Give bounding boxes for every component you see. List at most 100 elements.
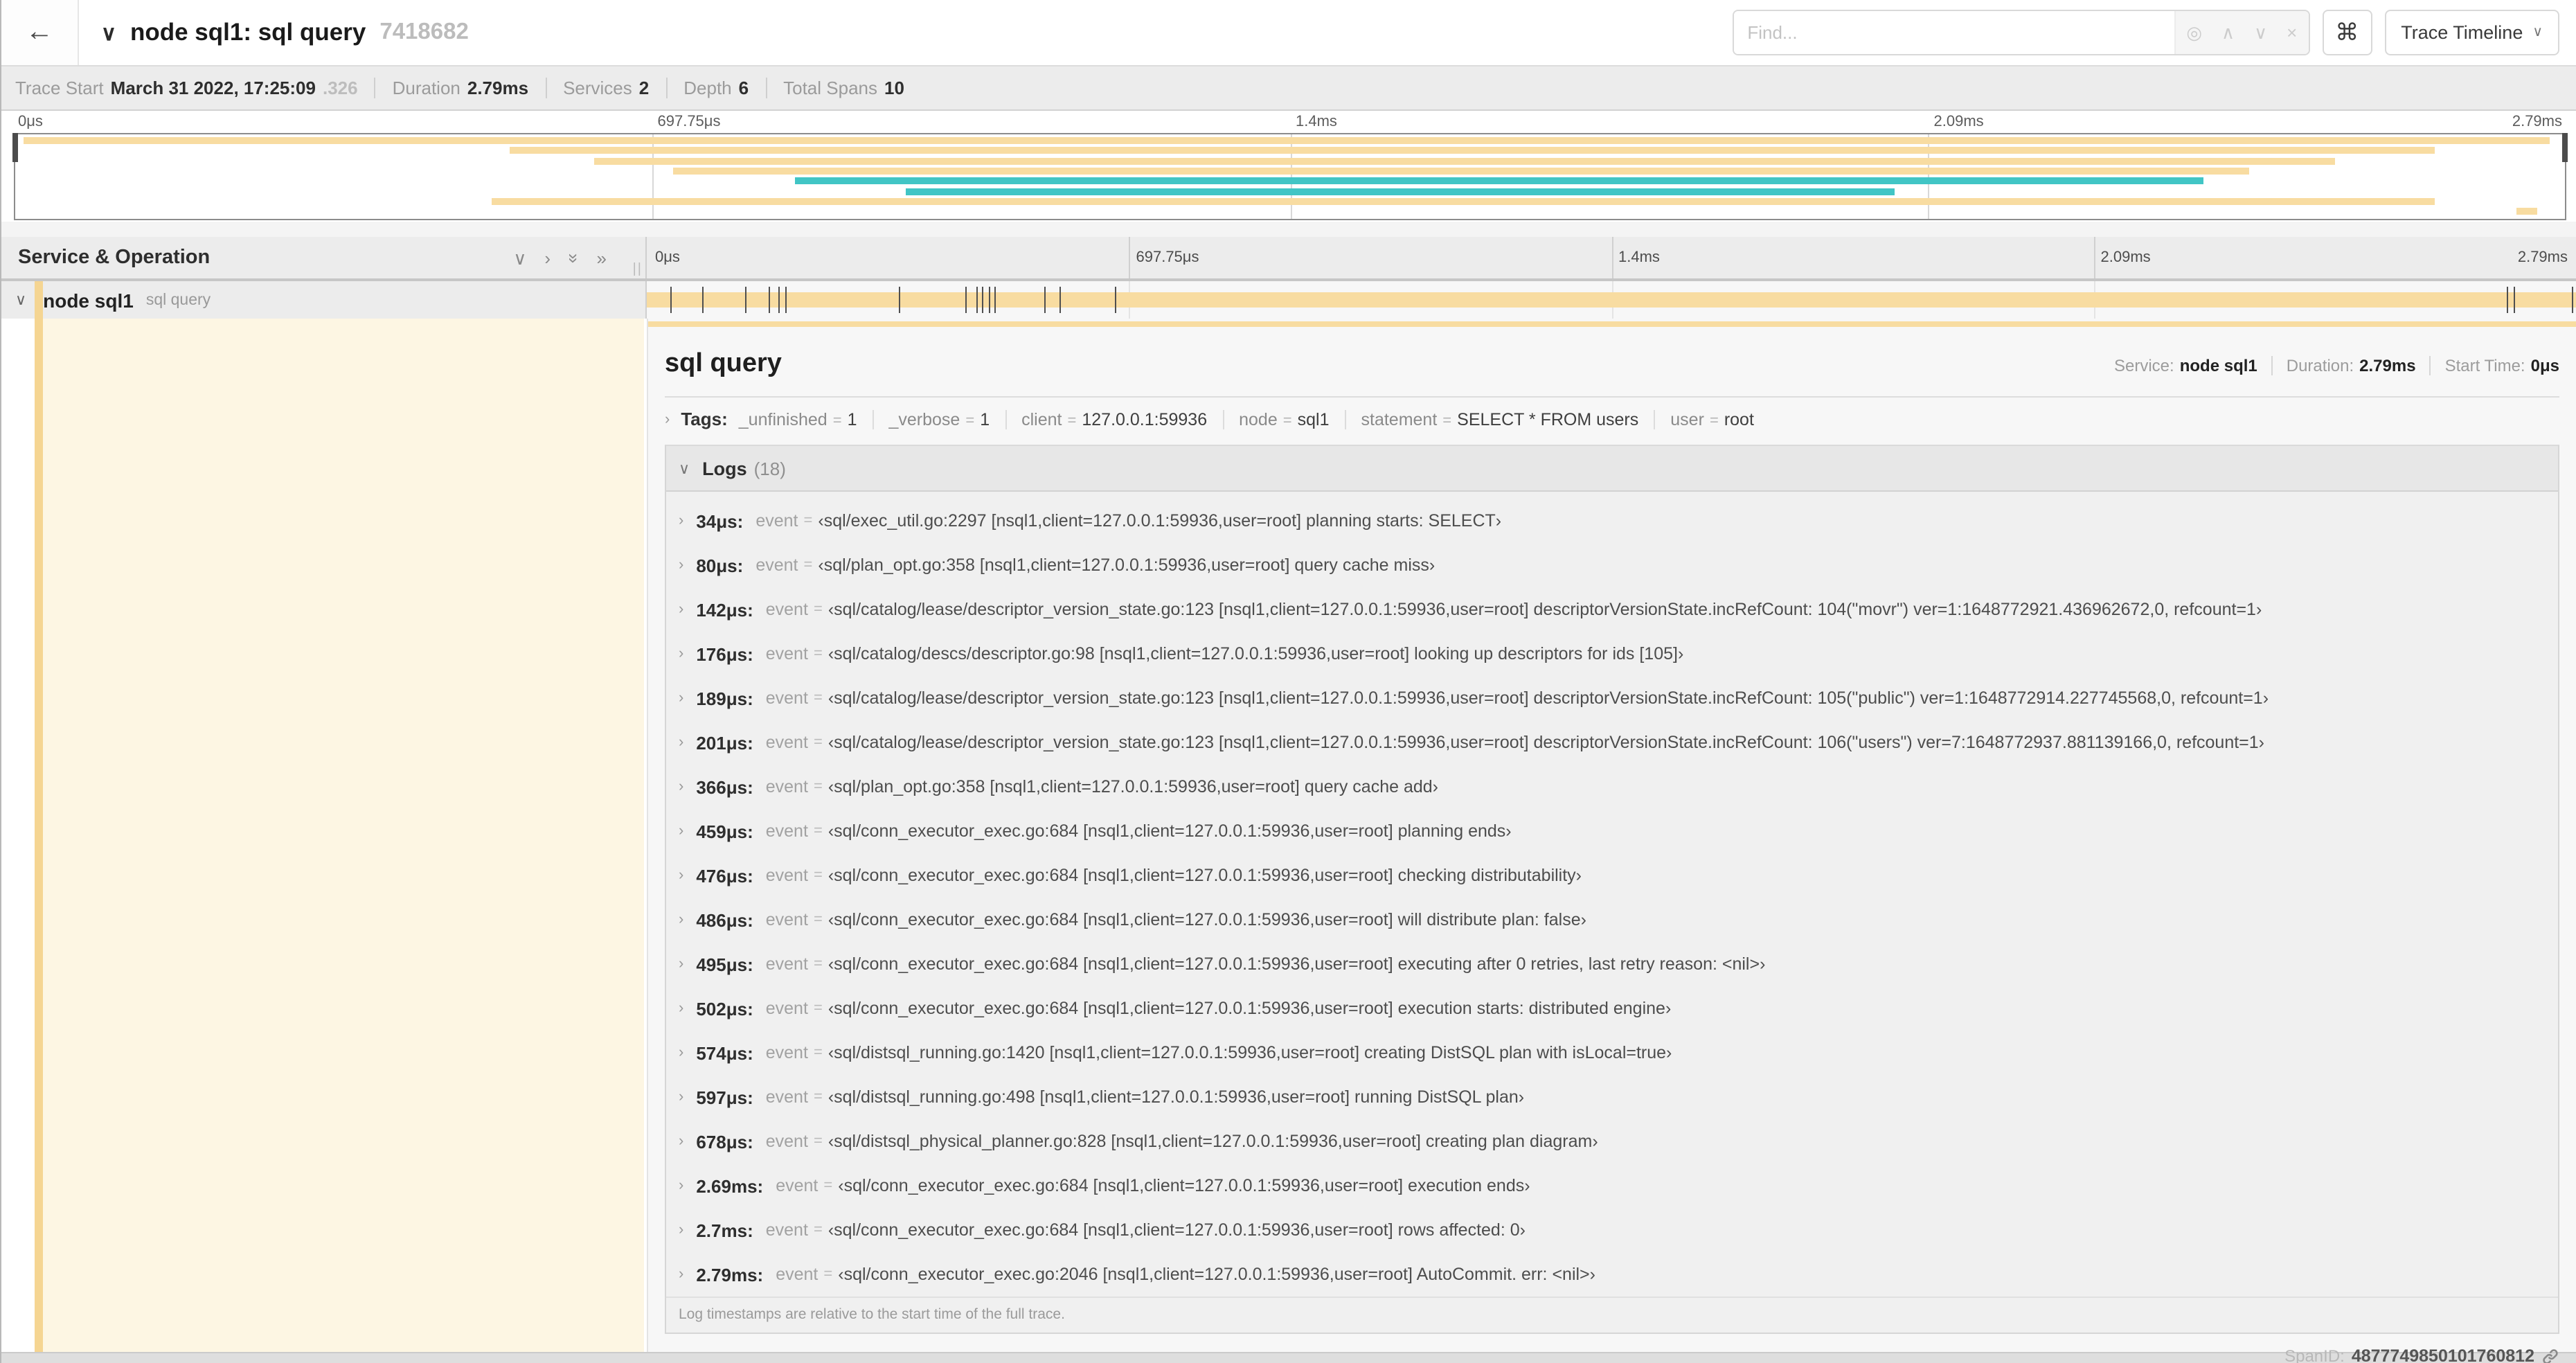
log-row[interactable]: › 574μs: event = ‹sql/distsql_running.go:142… bbox=[666, 1031, 2558, 1075]
tag-value: 1 bbox=[847, 409, 857, 429]
log-field-value: ‹sql/catalog/lease/descriptor_version_st… bbox=[828, 733, 2264, 752]
log-timestamp: 80μs: bbox=[696, 555, 744, 576]
chevron-right-icon: › bbox=[679, 1177, 684, 1194]
log-marker bbox=[988, 287, 990, 313]
timeline-tick-header: 0μs 697.75μs 1.4ms 2.09ms 2.79ms bbox=[647, 237, 2576, 278]
log-field-key: event bbox=[765, 600, 808, 619]
tag-item[interactable]: node = sql1 bbox=[1222, 409, 1330, 429]
log-field-key: event bbox=[765, 999, 808, 1018]
chevron-right-icon: › bbox=[679, 1133, 684, 1150]
minimap-canvas[interactable] bbox=[12, 133, 2568, 220]
minimap-tick-labels: 0μs 697.75μs 1.4ms 2.09ms 2.79ms bbox=[14, 114, 2566, 133]
log-row[interactable]: › 502μs: event = ‹sql/conn_executor_exec.go:… bbox=[666, 986, 2558, 1031]
tag-item[interactable]: user = root bbox=[1654, 409, 1754, 429]
log-marker bbox=[899, 287, 901, 313]
minimap-right-scrubber[interactable] bbox=[2562, 133, 2568, 162]
log-row[interactable]: › 2.79ms: event = ‹sql/conn_executor_exec.go… bbox=[666, 1252, 2558, 1297]
deep-link-icon[interactable] bbox=[2541, 1347, 2559, 1363]
find-input[interactable] bbox=[1733, 11, 2174, 54]
log-row[interactable]: › 678μs: event = ‹sql/distsql_physical_plann… bbox=[666, 1119, 2558, 1164]
detail-meta-value: node sql1 bbox=[2179, 356, 2257, 375]
log-field-equals: = bbox=[813, 778, 823, 795]
next-match-icon[interactable]: ∨ bbox=[2254, 21, 2267, 44]
summary-label: Services bbox=[563, 78, 632, 98]
log-row[interactable]: › 597μs: event = ‹sql/distsql_running.go:498… bbox=[666, 1075, 2558, 1119]
log-row[interactable]: › 476μs: event = ‹sql/conn_executor_exec.go:… bbox=[666, 853, 2558, 898]
log-row[interactable]: › 459μs: event = ‹sql/conn_executor_exec.go:… bbox=[666, 809, 2558, 853]
log-row[interactable]: › 142μs: event = ‹sql/catalog/lease/descript… bbox=[666, 587, 2558, 632]
minimap-left-scrubber[interactable] bbox=[12, 133, 18, 162]
chevron-right-icon: › bbox=[679, 1000, 684, 1017]
log-row[interactable]: › 366μs: event = ‹sql/plan_opt.go:358 [nsql1… bbox=[666, 765, 2558, 809]
summary-value: 10 bbox=[884, 78, 904, 98]
log-marker bbox=[2514, 287, 2516, 313]
tag-item[interactable]: statement = SELECT * FROM users bbox=[1344, 409, 1638, 429]
log-row[interactable]: › 495μs: event = ‹sql/conn_executor_exec.go:… bbox=[666, 942, 2558, 986]
detail-meta-value: 2.79ms bbox=[2359, 356, 2416, 375]
log-field-key: event bbox=[765, 1220, 808, 1240]
span-detail-header[interactable]: sql query Service: node sql1 Duration: 2.79… bbox=[665, 349, 2559, 380]
log-marker bbox=[1115, 287, 1117, 313]
minimap-span-bar bbox=[905, 188, 1895, 195]
span-detail-highlight bbox=[42, 319, 644, 1352]
trace-minimap: 0μs 697.75μs 1.4ms 2.09ms 2.79ms bbox=[1, 111, 2576, 222]
minimap-tick-label: 2.09ms bbox=[1933, 114, 1984, 130]
collapse-all-icon[interactable]: » bbox=[563, 253, 584, 262]
log-field-key: event bbox=[755, 511, 798, 531]
prev-match-icon[interactable]: ∧ bbox=[2221, 21, 2235, 44]
trace-summary-bar: Trace Start March 31 2022, 17:25:09 .326 Du… bbox=[1, 66, 2576, 111]
log-row[interactable]: › 2.69ms: event = ‹sql/conn_executor_exec.go… bbox=[666, 1164, 2558, 1208]
summary-label: Depth bbox=[683, 78, 732, 98]
log-field-equals: = bbox=[813, 734, 823, 751]
span-timeline-cell[interactable] bbox=[647, 281, 2576, 319]
log-field-equals: = bbox=[813, 1222, 823, 1238]
expand-one-icon[interactable]: › bbox=[544, 249, 551, 267]
locate-icon[interactable]: ◎ bbox=[2186, 21, 2202, 44]
log-row[interactable]: › 80μs: event = ‹sql/plan_opt.go:358 [nsql1,… bbox=[666, 543, 2558, 587]
span-id-label: SpanID: bbox=[2284, 1346, 2345, 1363]
clear-find-icon[interactable]: × bbox=[2287, 22, 2297, 43]
span-duration-bar[interactable] bbox=[647, 292, 2576, 308]
timeline-header-row: Service & Operation ∨ › » » || 0μs 697.75… bbox=[1, 237, 2576, 281]
log-row[interactable]: › 2.7ms: event = ‹sql/conn_executor_exec.go:… bbox=[666, 1208, 2558, 1252]
log-timestamp: 189μs: bbox=[696, 688, 753, 709]
find-suffix-buttons: ◎ ∧ ∨ × bbox=[2174, 11, 2309, 54]
collapse-one-icon[interactable]: ∨ bbox=[513, 249, 526, 267]
chevron-right-icon: › bbox=[679, 1222, 684, 1238]
expand-all-icon[interactable]: » bbox=[597, 249, 607, 267]
log-row[interactable]: › 34μs: event = ‹sql/exec_util.go:2297 [nsql… bbox=[666, 499, 2558, 543]
chevron-right-icon: › bbox=[679, 1044, 684, 1061]
log-field-key: event bbox=[765, 954, 808, 974]
log-row[interactable]: › 176μs: event = ‹sql/catalog/descs/descript… bbox=[666, 632, 2558, 676]
column-resizer-handle[interactable]: || bbox=[633, 262, 643, 277]
log-row[interactable]: › 201μs: event = ‹sql/catalog/lease/descript… bbox=[666, 720, 2558, 765]
span-operation-name: sql query bbox=[145, 292, 211, 308]
tag-item[interactable]: client = 127.0.0.1:59936 bbox=[1005, 409, 1207, 429]
log-row[interactable]: › 189μs: event = ‹sql/catalog/lease/descript… bbox=[666, 676, 2558, 720]
tag-key: user bbox=[1670, 409, 1704, 429]
service-operation-title: Service & Operation bbox=[18, 247, 211, 269]
log-field-key: event bbox=[765, 910, 808, 929]
tag-item[interactable]: _verbose = 1 bbox=[872, 409, 990, 429]
chevron-right-icon: › bbox=[679, 557, 684, 573]
collapse-trace-header-icon[interactable]: ∨ bbox=[101, 20, 116, 45]
log-marker bbox=[994, 287, 996, 313]
log-field-value: ‹sql/conn_executor_exec.go:684 [nsql1,cl… bbox=[828, 821, 1512, 841]
summary-value-suffix: .326 bbox=[322, 78, 358, 98]
log-field-value: ‹sql/conn_executor_exec.go:684 [nsql1,cl… bbox=[828, 999, 1672, 1018]
summary-label: Total Spans bbox=[783, 78, 877, 98]
log-field-key: event bbox=[765, 821, 808, 841]
log-row[interactable]: › 486μs: event = ‹sql/conn_executor_exec.go:… bbox=[666, 898, 2558, 942]
tag-key: client bbox=[1021, 409, 1062, 429]
summary-value: 2 bbox=[638, 78, 650, 98]
log-field-value: ‹sql/plan_opt.go:358 [nsql1,client=127.0… bbox=[828, 777, 1438, 796]
tag-item[interactable]: _unfinished = 1 bbox=[739, 409, 857, 429]
keyboard-shortcuts-button[interactable]: ⌘ bbox=[2322, 10, 2372, 55]
span-detail-title: sql query bbox=[665, 349, 782, 378]
span-name-cell[interactable]: ∨ node sql1 sql query bbox=[1, 281, 647, 319]
logs-header[interactable]: ∨ Logs (18) bbox=[666, 446, 2558, 492]
trace-view-selector[interactable]: Trace Timeline ∨ bbox=[2384, 10, 2559, 55]
back-button[interactable]: ← bbox=[1, 0, 79, 65]
tags-row[interactable]: › Tags: _unfinished = 1 _verbose = 1 client = 12… bbox=[665, 400, 2559, 438]
span-collapse-icon[interactable]: ∨ bbox=[15, 291, 26, 309]
